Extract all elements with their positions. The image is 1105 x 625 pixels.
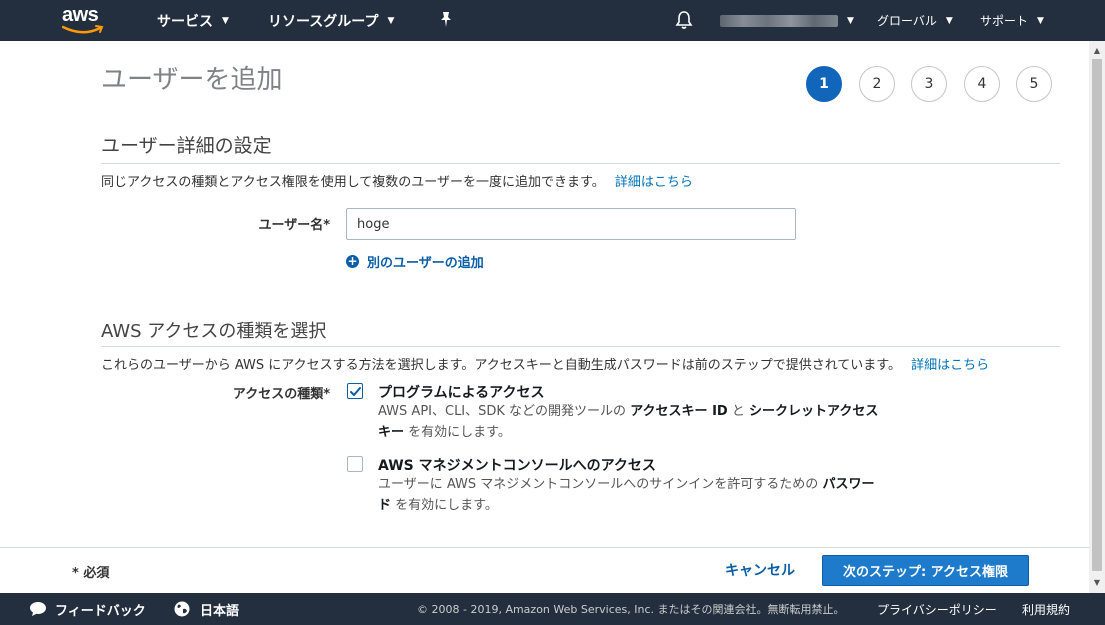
option-desc-text: を有効にします。 xyxy=(391,498,498,513)
details-link[interactable]: 詳細はこちら xyxy=(911,358,989,373)
globe-icon xyxy=(174,601,190,617)
services-menu[interactable]: サービス ▼ xyxy=(157,0,229,41)
feedback-label: フィードバック xyxy=(55,603,146,619)
console-access-title: AWS マネジメントコンソールへのアクセス xyxy=(378,458,656,474)
chevron-down-icon: ▼ xyxy=(945,15,953,26)
speech-bubble-icon xyxy=(30,602,46,616)
programmatic-access-description: AWS API、CLI、SDK などの開発ツールの アクセスキー ID と シー… xyxy=(378,401,918,443)
option-desc-text: AWS API、CLI、SDK などの開発ツールの xyxy=(378,404,631,419)
privacy-policy-link[interactable]: プライバシーポリシー xyxy=(877,593,997,625)
username-label: ユーザー名* xyxy=(258,218,330,233)
step-2[interactable]: 2 xyxy=(859,66,895,102)
chevron-down-icon: ▼ xyxy=(1037,15,1044,26)
user-details-title: ユーザー詳細の設定 xyxy=(101,135,272,157)
option-desc-bold: ド xyxy=(378,498,392,513)
terms-link[interactable]: 利用規約 xyxy=(1022,593,1070,625)
add-another-user-link[interactable]: + 別のユーザーの追加 xyxy=(346,252,484,271)
support-menu[interactable]: サポート ▼ xyxy=(980,0,1044,41)
account-menu[interactable]: ▼ xyxy=(720,0,854,41)
option-desc-bold: アクセスキー ID xyxy=(630,404,728,419)
aws-logo[interactable]: aws xyxy=(62,4,106,36)
option-desc-text: ユーザーに AWS マネジメントコンソールへのサインインを許可するための xyxy=(378,477,823,492)
access-type-description: これらのユーザーから AWS にアクセスする方法を選択します。アクセスキーと自動… xyxy=(101,354,989,373)
checkmark-icon xyxy=(350,387,361,396)
option-desc-bold: シークレットアクセス xyxy=(748,404,879,419)
scroll-down-arrow-icon[interactable]: ▼ xyxy=(1089,577,1105,589)
access-type-title: AWS アクセスの種類を選択 xyxy=(101,321,327,342)
chevron-down-icon: ▼ xyxy=(222,15,229,26)
cancel-button[interactable]: キャンセル xyxy=(725,560,795,580)
user-details-description: 同じアクセスの種類とアクセス権限を使用して複数のユーザーを一度に追加できます。 … xyxy=(101,171,693,190)
aws-logo-text: aws xyxy=(62,4,99,26)
add-another-user-label: 別のユーザーの追加 xyxy=(367,256,484,271)
option-desc-text: と xyxy=(727,404,749,419)
step-4[interactable]: 4 xyxy=(964,66,1000,102)
footer: フィードバック 日本語 © 2008 - 2019, Amazon Web Se… xyxy=(0,593,1105,625)
copyright-text: © 2008 - 2019, Amazon Web Services, Inc.… xyxy=(417,603,845,616)
language-selector[interactable]: 日本語 xyxy=(174,593,239,625)
pin-icon[interactable] xyxy=(438,11,454,29)
language-label: 日本語 xyxy=(200,603,240,619)
chevron-down-icon: ▼ xyxy=(847,15,854,26)
bell-icon[interactable] xyxy=(675,10,693,30)
section-divider xyxy=(101,346,1060,347)
resource-groups-label: リソースグループ xyxy=(268,13,379,30)
action-bar-divider xyxy=(0,547,1090,548)
account-name-redacted xyxy=(720,14,838,27)
chevron-down-icon: ▼ xyxy=(387,15,395,26)
programmatic-access-title: プログラムによるアクセス xyxy=(378,385,545,401)
next-step-button[interactable]: 次のステップ: アクセス権限 xyxy=(822,555,1029,586)
plus-circle-icon: + xyxy=(346,254,359,268)
region-menu[interactable]: グローバル ▼ xyxy=(877,0,953,41)
feedback-button[interactable]: フィードバック xyxy=(29,593,146,625)
step-3[interactable]: 3 xyxy=(911,66,947,102)
top-navigation: aws サービス ▼ リソースグループ ▼ ▼ グローバル ▼ サポート ▼ xyxy=(0,0,1105,41)
page-title: ユーザーを追加 xyxy=(101,65,283,95)
scrollbar-thumb[interactable] xyxy=(1092,59,1102,571)
scroll-up-arrow-icon[interactable]: ▲ xyxy=(1089,45,1105,57)
aws-smile-icon xyxy=(62,25,104,34)
console-access-description: ユーザーに AWS マネジメントコンソールへのサインインを許可するための パスワ… xyxy=(378,474,918,516)
details-link[interactable]: 詳細はこちら xyxy=(615,175,693,190)
programmatic-access-checkbox[interactable] xyxy=(347,383,363,399)
step-1[interactable]: 1 xyxy=(806,66,842,102)
option-desc-text: を有効にします。 xyxy=(404,425,511,440)
support-label: サポート xyxy=(980,14,1029,28)
access-type-label: アクセスの種類* xyxy=(232,387,330,402)
access-type-description-text: これらのユーザーから AWS にアクセスする方法を選択します。アクセスキーと自動… xyxy=(101,358,902,373)
required-note: * 必須 xyxy=(72,566,110,581)
section-divider xyxy=(101,163,1060,164)
option-desc-bold: キー xyxy=(378,425,405,440)
resource-groups-menu[interactable]: リソースグループ ▼ xyxy=(268,0,394,41)
user-details-description-text: 同じアクセスの種類とアクセス権限を使用して複数のユーザーを一度に追加できます。 xyxy=(101,175,605,190)
services-label: サービス xyxy=(157,13,213,30)
vertical-scrollbar[interactable]: ▲ ▼ xyxy=(1089,41,1105,593)
step-5[interactable]: 5 xyxy=(1016,66,1052,102)
username-input[interactable] xyxy=(346,208,796,240)
option-desc-bold: パスワー xyxy=(822,477,875,492)
region-label: グローバル xyxy=(877,14,937,28)
console-access-checkbox[interactable] xyxy=(347,456,363,472)
